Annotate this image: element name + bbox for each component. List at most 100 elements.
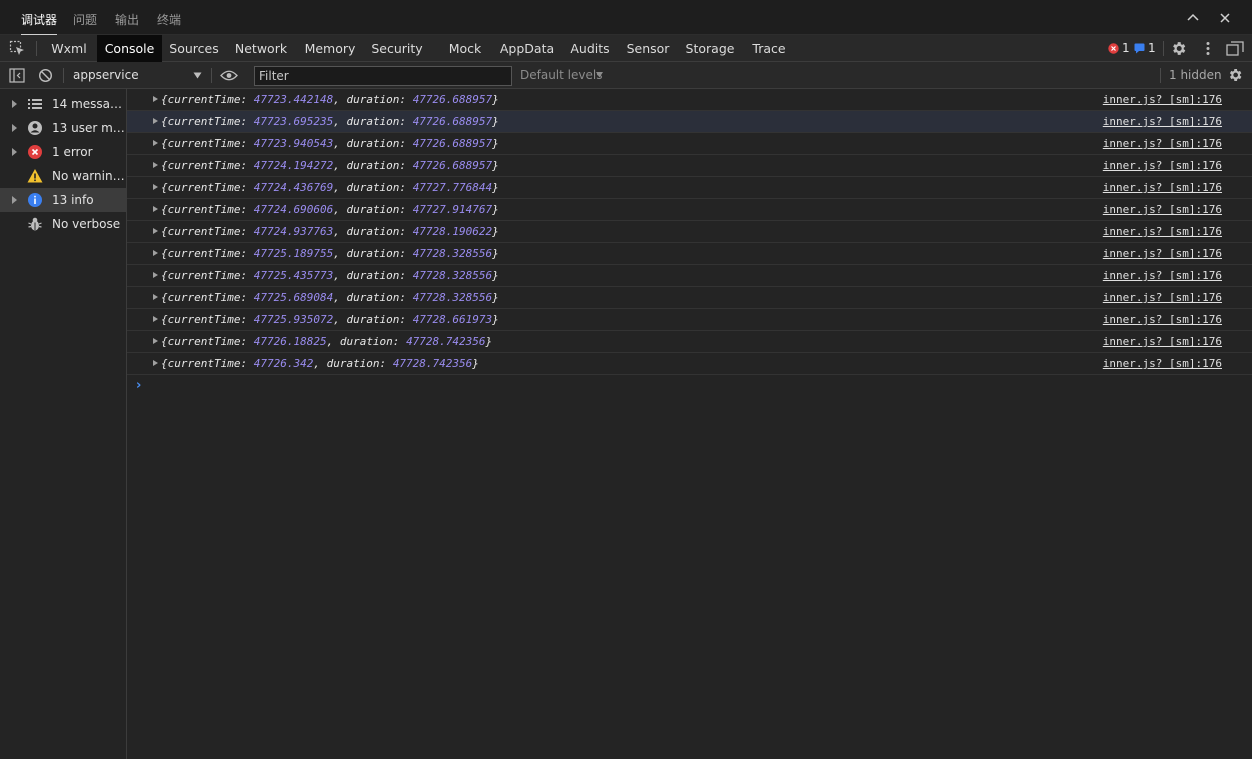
message-object-preview[interactable]: {currentTime: 47725.689084, duration: 47… xyxy=(161,291,499,304)
tab-sources[interactable]: Sources xyxy=(166,35,222,62)
console-message-row[interactable]: {currentTime: 47724.937763, duration: 47… xyxy=(127,221,1252,243)
message-count[interactable]: 1 xyxy=(1148,41,1156,55)
expand-object-arrow-icon[interactable] xyxy=(153,250,158,256)
panel-tab-debugger[interactable]: 调试器 xyxy=(21,11,58,35)
message-object-preview[interactable]: {currentTime: 47726.342, duration: 47728… xyxy=(161,357,479,370)
tab-memory[interactable]: Memory xyxy=(302,35,358,62)
expand-arrow-icon[interactable] xyxy=(12,196,17,204)
tab-wxml[interactable]: Wxml xyxy=(45,35,93,62)
message-source-link[interactable]: inner.js? [sm]:176 xyxy=(1103,115,1222,128)
tab-sensor[interactable]: Sensor xyxy=(625,35,671,62)
current-time-value: 47724.690606 xyxy=(253,203,334,216)
levels-dropdown-arrow-icon[interactable] xyxy=(596,72,603,78)
message-source-link[interactable]: inner.js? [sm]:176 xyxy=(1103,159,1222,172)
message-source-link[interactable]: inner.js? [sm]:176 xyxy=(1103,203,1222,216)
gear-icon[interactable] xyxy=(1170,40,1187,57)
console-message-row[interactable]: {currentTime: 47725.189755, duration: 47… xyxy=(127,243,1252,265)
message-source-link[interactable]: inner.js? [sm]:176 xyxy=(1103,93,1222,106)
dropdown-arrow-icon[interactable] xyxy=(193,72,202,79)
inspect-element-icon[interactable] xyxy=(9,40,26,57)
message-source-link[interactable]: inner.js? [sm]:176 xyxy=(1103,313,1222,326)
tab-storage[interactable]: Storage xyxy=(684,35,736,62)
context-select[interactable]: appservice xyxy=(73,68,139,82)
message-object-preview[interactable]: {currentTime: 47723.442148, duration: 47… xyxy=(161,93,499,106)
console-message-row[interactable]: {currentTime: 47723.695235, duration: 47… xyxy=(127,111,1252,133)
message-source-link[interactable]: inner.js? [sm]:176 xyxy=(1103,269,1222,282)
more-vertical-icon[interactable] xyxy=(1200,40,1216,57)
message-object-preview[interactable]: {currentTime: 47724.194272, duration: 47… xyxy=(161,159,499,172)
console-message-row[interactable]: {currentTime: 47724.436769, duration: 47… xyxy=(127,177,1252,199)
message-object-preview[interactable]: {currentTime: 47726.18825, duration: 477… xyxy=(161,335,492,348)
expand-object-arrow-icon[interactable] xyxy=(153,162,158,168)
sidebar-item-info[interactable]: 13 info xyxy=(0,188,126,212)
console-message-row[interactable]: {currentTime: 47725.689084, duration: 47… xyxy=(127,287,1252,309)
undock-window-icon[interactable] xyxy=(1226,40,1244,57)
expand-object-arrow-icon[interactable] xyxy=(153,272,158,278)
console-prompt[interactable]: › xyxy=(136,378,141,393)
tab-security[interactable]: Security xyxy=(369,35,425,62)
sidebar-item-warnings[interactable]: No warnings xyxy=(0,164,126,188)
error-count[interactable]: 1 xyxy=(1122,41,1130,55)
tab-audits[interactable]: Audits xyxy=(567,35,613,62)
console-message-row[interactable]: {currentTime: 47725.935072, duration: 47… xyxy=(127,309,1252,331)
sidebar-item-verbose[interactable]: No verbose xyxy=(0,212,126,236)
expand-object-arrow-icon[interactable] xyxy=(153,140,158,146)
message-source-link[interactable]: inner.js? [sm]:176 xyxy=(1103,247,1222,260)
sidebar-item-messages[interactable]: 14 messages xyxy=(0,92,126,116)
console-message-row[interactable]: {currentTime: 47726.342, duration: 47728… xyxy=(127,353,1252,375)
console-message-row[interactable]: {currentTime: 47723.442148, duration: 47… xyxy=(127,89,1252,111)
message-source-link[interactable]: inner.js? [sm]:176 xyxy=(1103,291,1222,304)
panel-tab-terminal[interactable]: 终端 xyxy=(157,11,181,28)
message-source-link[interactable]: inner.js? [sm]:176 xyxy=(1103,335,1222,348)
console-message-row[interactable]: {currentTime: 47725.435773, duration: 47… xyxy=(127,265,1252,287)
tab-console[interactable]: Console xyxy=(97,35,162,62)
expand-object-arrow-icon[interactable] xyxy=(153,96,158,102)
message-object-preview[interactable]: {currentTime: 47724.436769, duration: 47… xyxy=(161,181,499,194)
tab-network[interactable]: Network xyxy=(233,35,289,62)
eye-icon[interactable] xyxy=(220,70,238,81)
close-icon[interactable] xyxy=(1216,9,1234,27)
message-source-link[interactable]: inner.js? [sm]:176 xyxy=(1103,357,1222,370)
console-settings-gear-icon[interactable] xyxy=(1227,67,1243,83)
message-object-preview[interactable]: {currentTime: 47724.690606, duration: 47… xyxy=(161,203,499,216)
clear-console-icon[interactable] xyxy=(38,68,53,83)
console-message-row[interactable]: {currentTime: 47723.940543, duration: 47… xyxy=(127,133,1252,155)
message-source-link[interactable]: inner.js? [sm]:176 xyxy=(1103,181,1222,194)
sidebar-item-errors[interactable]: 1 error xyxy=(0,140,126,164)
message-source-link[interactable]: inner.js? [sm]:176 xyxy=(1103,225,1222,238)
panel-tab-problems[interactable]: 问题 xyxy=(73,11,97,28)
message-object-preview[interactable]: {currentTime: 47723.695235, duration: 47… xyxy=(161,115,499,128)
expand-arrow-icon[interactable] xyxy=(12,100,17,108)
expand-arrow-icon[interactable] xyxy=(12,148,17,156)
expand-object-arrow-icon[interactable] xyxy=(153,316,158,322)
console-message-row[interactable]: {currentTime: 47724.194272, duration: 47… xyxy=(127,155,1252,177)
tab-mock[interactable]: Mock xyxy=(443,35,487,62)
expand-object-arrow-icon[interactable] xyxy=(153,118,158,124)
expand-arrow-icon[interactable] xyxy=(12,124,17,132)
console-message-row[interactable]: {currentTime: 47724.690606, duration: 47… xyxy=(127,199,1252,221)
chevron-up-icon[interactable] xyxy=(1184,9,1202,27)
filter-input[interactable] xyxy=(254,66,512,86)
current-time-value: 47723.695235 xyxy=(253,115,334,128)
toggle-sidebar-icon[interactable] xyxy=(9,68,25,83)
expand-object-arrow-icon[interactable] xyxy=(153,228,158,234)
panel-tab-output[interactable]: 输出 xyxy=(115,11,139,28)
current-time-value: 47724.436769 xyxy=(253,181,334,194)
message-object-preview[interactable]: {currentTime: 47725.189755, duration: 47… xyxy=(161,247,499,260)
message-object-preview[interactable]: {currentTime: 47723.940543, duration: 47… xyxy=(161,137,499,150)
expand-object-arrow-icon[interactable] xyxy=(153,360,158,366)
log-levels-dropdown[interactable]: Default levels xyxy=(520,68,602,82)
expand-object-arrow-icon[interactable] xyxy=(153,184,158,190)
message-source-link[interactable]: inner.js? [sm]:176 xyxy=(1103,137,1222,150)
message-object-preview[interactable]: {currentTime: 47724.937763, duration: 47… xyxy=(161,225,499,238)
console-message-row[interactable]: {currentTime: 47726.18825, duration: 477… xyxy=(127,331,1252,353)
expand-object-arrow-icon[interactable] xyxy=(153,294,158,300)
expand-object-arrow-icon[interactable] xyxy=(153,338,158,344)
sidebar-item-user-messages[interactable]: 13 user messages xyxy=(0,116,126,140)
tab-trace[interactable]: Trace xyxy=(749,35,789,62)
tab-appdata[interactable]: AppData xyxy=(499,35,555,62)
message-object-preview[interactable]: {currentTime: 47725.435773, duration: 47… xyxy=(161,269,499,282)
expand-object-arrow-icon[interactable] xyxy=(153,206,158,212)
toolbar-divider xyxy=(1160,68,1161,83)
message-object-preview[interactable]: {currentTime: 47725.935072, duration: 47… xyxy=(161,313,499,326)
